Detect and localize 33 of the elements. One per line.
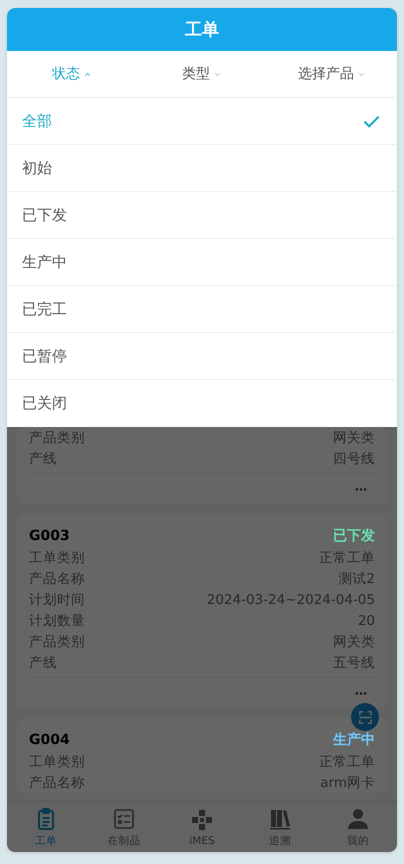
field-label: 计划时间	[29, 590, 85, 608]
status-option[interactable]: 生产中	[7, 239, 397, 286]
field-value: 正常工单	[319, 752, 375, 770]
order-status: 已下发	[333, 527, 375, 545]
order-status: 生产中	[333, 731, 375, 749]
field-value: 四号线	[333, 450, 375, 468]
field-value: 2024-03-24~2024-04-05	[206, 592, 375, 608]
field-label: 工单类别	[29, 548, 85, 566]
field-value: 测试2	[338, 570, 375, 588]
field-value: 五号线	[333, 654, 375, 672]
field-label: 产品名称	[29, 774, 85, 792]
status-option[interactable]: 初始	[7, 145, 397, 192]
field-value: 网关类	[333, 632, 375, 650]
order-code: G004	[29, 732, 70, 748]
field-value: arm网卡	[320, 774, 375, 792]
field-label: 产品名称	[29, 570, 85, 588]
filter-tab[interactable]: 选择产品	[267, 51, 397, 97]
field-label: 产线	[29, 450, 57, 468]
status-option[interactable]: 已暂停	[7, 333, 397, 380]
status-option[interactable]: 已关闭	[7, 380, 397, 427]
field-value: 网关类	[333, 428, 375, 446]
field-value: 正常工单	[319, 548, 375, 566]
order-code: G003	[29, 528, 70, 544]
status-option[interactable]: 已完工	[7, 286, 397, 333]
field-label: 计划数量	[29, 612, 85, 630]
field-label: 产品类别	[29, 632, 85, 650]
filter-tab[interactable]: 类型	[137, 51, 267, 97]
page-title: 工单	[185, 19, 219, 41]
field-value: 20	[358, 612, 375, 628]
field-label: 工单类别	[29, 752, 85, 770]
field-label: 产品类别	[29, 428, 85, 446]
field-label: 产线	[29, 654, 57, 672]
status-option[interactable]: 已下发	[7, 192, 397, 239]
